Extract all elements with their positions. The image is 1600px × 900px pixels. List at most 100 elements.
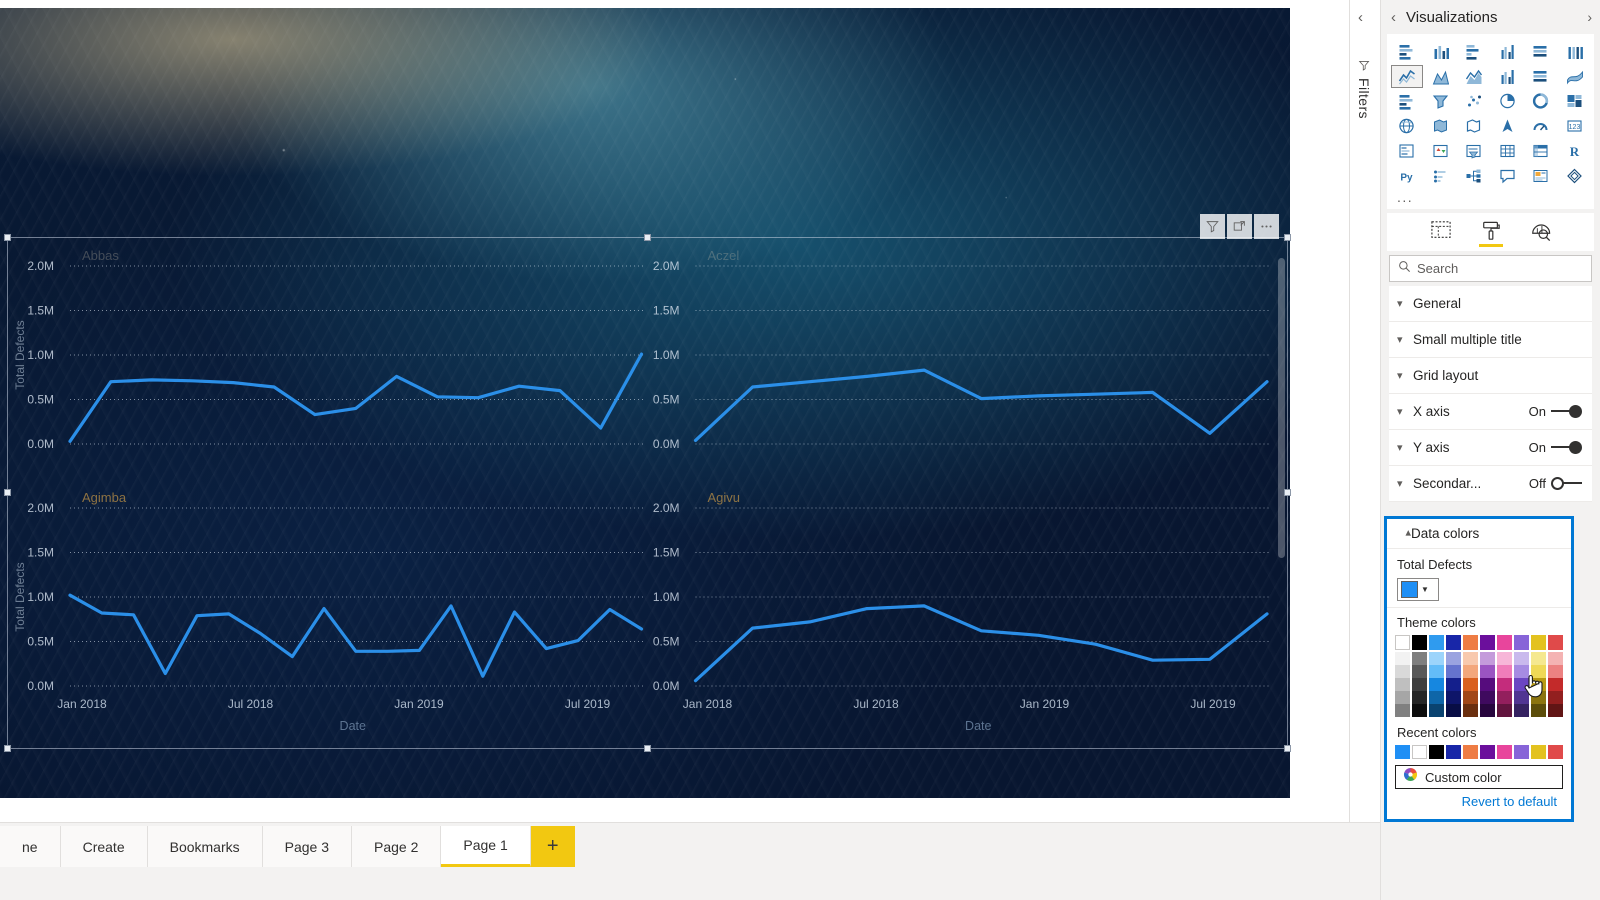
arcgis-map-icon[interactable] (1492, 115, 1524, 138)
section-toggle[interactable]: Off (1529, 476, 1582, 491)
recent-color-swatch[interactable] (1514, 745, 1529, 759)
color-swatch[interactable] (1480, 635, 1495, 650)
data-colors-header[interactable]: ▾ Data colors (1387, 519, 1571, 549)
resize-handle-top-left[interactable] (4, 234, 11, 241)
recent-color-swatch[interactable] (1497, 745, 1512, 759)
more-options-icon[interactable] (1254, 214, 1279, 239)
color-swatch[interactable] (1497, 704, 1512, 717)
color-swatch[interactable] (1463, 665, 1478, 678)
color-swatch[interactable] (1497, 678, 1512, 691)
search-input[interactable] (1417, 261, 1593, 276)
color-swatch[interactable] (1446, 691, 1461, 704)
color-swatch[interactable] (1531, 678, 1546, 691)
card-icon[interactable]: 123 (1559, 115, 1591, 138)
filters-pane-collapsed[interactable]: ‹ Filters (1349, 0, 1380, 822)
color-swatch[interactable] (1446, 635, 1461, 650)
color-swatch[interactable] (1429, 704, 1444, 717)
color-swatch[interactable] (1531, 635, 1546, 650)
color-swatch[interactable] (1548, 678, 1563, 691)
color-swatch[interactable] (1395, 678, 1410, 691)
more-visuals-ellipsis[interactable]: ... (1391, 188, 1590, 207)
recent-color-swatch[interactable] (1446, 745, 1461, 759)
filled-map-icon[interactable] (1425, 115, 1457, 138)
color-swatch[interactable] (1548, 665, 1563, 678)
color-swatch[interactable] (1429, 691, 1444, 704)
line-stacked-column-chart-icon[interactable] (1492, 65, 1524, 88)
color-swatch[interactable] (1497, 691, 1512, 704)
color-picker-button[interactable]: ▼ (1397, 578, 1439, 601)
clustered-column-chart-icon[interactable] (1492, 40, 1524, 63)
recent-color-swatch[interactable] (1395, 745, 1410, 759)
color-swatch[interactable] (1531, 665, 1546, 678)
resize-handle-bottom-center[interactable] (643, 745, 651, 752)
color-swatch[interactable] (1395, 691, 1410, 704)
color-swatch[interactable] (1429, 678, 1444, 691)
line-clustered-column-chart-icon[interactable] (1525, 65, 1557, 88)
chevron-left-icon[interactable]: ‹ (1391, 9, 1396, 26)
small-multiples-line-chart-visual[interactable]: Abbas 0.0M 0.5M 1.0M 1.5M 2.0M Total Defects Ac… (4, 234, 1291, 752)
color-swatch[interactable] (1497, 665, 1512, 678)
color-swatch[interactable] (1429, 635, 1444, 650)
color-swatch[interactable] (1412, 704, 1427, 717)
color-swatch[interactable] (1429, 665, 1444, 678)
multi-row-card-icon[interactable] (1391, 140, 1423, 163)
color-swatch[interactable] (1531, 691, 1546, 704)
color-swatch[interactable] (1531, 704, 1546, 717)
kpi-icon[interactable] (1425, 140, 1457, 163)
color-swatch[interactable] (1395, 665, 1410, 678)
format-section-small-multiple-title[interactable]: ▾ Small multiple title (1389, 322, 1592, 358)
100-stacked-column-chart-icon[interactable] (1559, 40, 1591, 63)
visual-vertical-scrollbar[interactable] (1278, 258, 1285, 558)
format-section-x-axis[interactable]: ▾ X axis On (1389, 394, 1592, 430)
color-swatch[interactable] (1497, 635, 1512, 650)
funnel-icon[interactable] (1425, 90, 1457, 113)
recent-color-swatch[interactable] (1463, 745, 1478, 759)
search-box[interactable] (1389, 255, 1593, 282)
color-swatch[interactable] (1395, 652, 1410, 665)
table-icon[interactable] (1492, 140, 1524, 163)
color-swatch[interactable] (1412, 691, 1427, 704)
color-swatch[interactable] (1463, 635, 1478, 650)
chevron-right-icon[interactable]: › (1587, 9, 1592, 25)
gauge-icon[interactable] (1525, 115, 1557, 138)
color-swatch[interactable] (1463, 652, 1478, 665)
slicer-icon[interactable] (1458, 140, 1490, 163)
resize-handle-middle-right[interactable] (1284, 489, 1291, 496)
color-swatch[interactable] (1548, 652, 1563, 665)
color-swatch[interactable] (1514, 652, 1529, 665)
color-swatch[interactable] (1480, 652, 1495, 665)
format-section-general[interactable]: ▾ General (1389, 286, 1592, 322)
chevron-left-icon[interactable]: ‹ (1358, 9, 1363, 26)
color-swatch[interactable] (1480, 665, 1495, 678)
scatter-chart-icon[interactable] (1458, 90, 1490, 113)
recent-color-swatch[interactable] (1412, 745, 1427, 759)
recent-color-swatch[interactable] (1548, 745, 1563, 759)
decomposition-tree-icon[interactable] (1458, 165, 1490, 188)
color-swatch[interactable] (1463, 678, 1478, 691)
line-chart-icon[interactable] (1391, 65, 1423, 88)
python-visual-icon[interactable]: Py (1391, 165, 1423, 188)
resize-handle-middle-left[interactable] (4, 489, 11, 496)
waterfall-chart-icon[interactable] (1391, 90, 1423, 113)
donut-chart-icon[interactable] (1525, 90, 1557, 113)
area-chart-icon[interactable] (1425, 65, 1457, 88)
smart-narrative-icon[interactable] (1525, 165, 1557, 188)
color-swatch[interactable] (1412, 678, 1427, 691)
color-swatch[interactable] (1412, 665, 1427, 678)
page-tab-page-3[interactable]: Page 3 (262, 826, 353, 867)
toggle-switch[interactable] (1551, 477, 1582, 490)
color-swatch[interactable] (1446, 665, 1461, 678)
revert-to-default-link[interactable]: Revert to default (1395, 789, 1563, 813)
ribbon-chart-icon[interactable] (1559, 65, 1591, 88)
add-page-button[interactable]: + (530, 826, 575, 867)
fields-tab[interactable] (1427, 217, 1455, 247)
color-swatch[interactable] (1480, 691, 1495, 704)
resize-handle-bottom-left[interactable] (4, 745, 11, 752)
recent-color-swatch[interactable] (1429, 745, 1444, 759)
page-tab-ne[interactable]: ne (0, 826, 61, 867)
r-script-visual-icon[interactable]: R (1559, 140, 1591, 163)
stacked-area-chart-icon[interactable] (1458, 65, 1490, 88)
page-tab-create[interactable]: Create (60, 826, 148, 867)
color-swatch[interactable] (1548, 691, 1563, 704)
color-swatch[interactable] (1548, 704, 1563, 717)
